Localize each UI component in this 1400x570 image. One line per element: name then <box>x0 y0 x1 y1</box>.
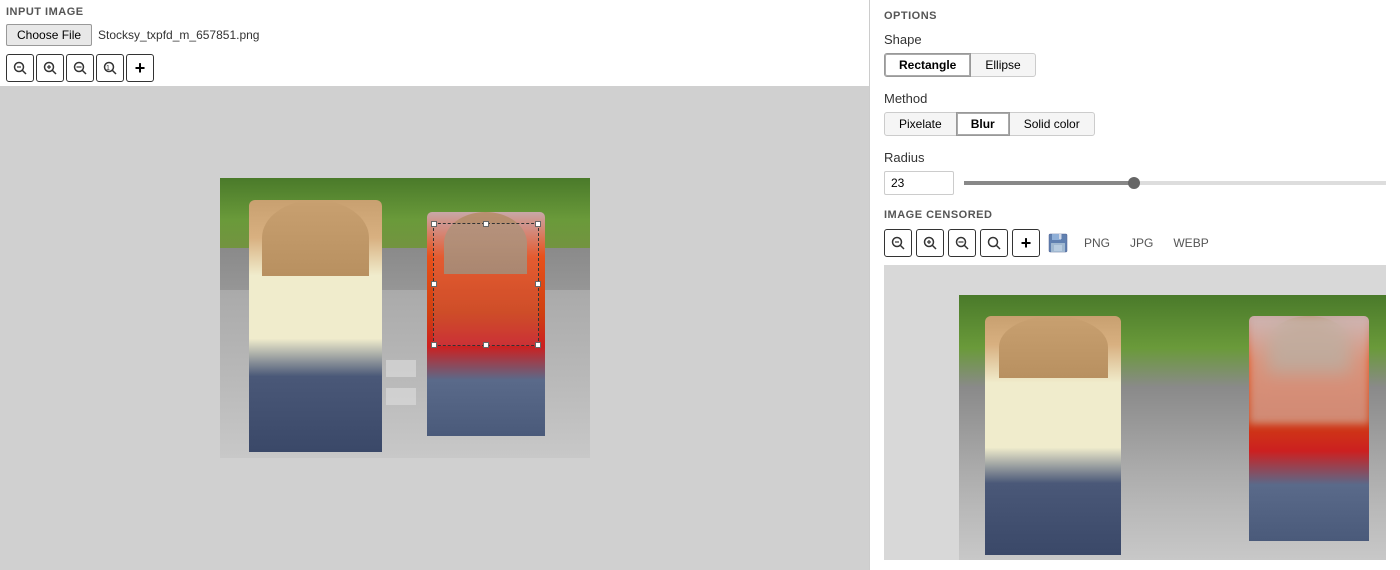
zoom-toolbar: 1 + <box>0 50 869 86</box>
censored-zoom-out-button[interactable] <box>948 229 976 257</box>
format-webp-button[interactable]: WEBP <box>1165 233 1216 253</box>
zoom-fit-icon <box>12 60 28 76</box>
radius-row <box>884 171 1386 195</box>
handle-tm[interactable] <box>483 221 489 227</box>
format-jpg-button[interactable]: JPG <box>1122 233 1161 253</box>
add-region-button[interactable]: + <box>126 54 154 82</box>
censored-zoom-in-icon <box>922 235 938 251</box>
input-canvas[interactable] <box>0 86 869 570</box>
handle-tl[interactable] <box>431 221 437 227</box>
svg-text:1: 1 <box>106 65 110 72</box>
zoom-reset-button[interactable]: 1 <box>96 54 124 82</box>
censored-image <box>959 295 1386 561</box>
input-image <box>220 178 590 458</box>
censored-zoom-reset-icon <box>986 235 1002 251</box>
girl2 <box>427 212 545 436</box>
radius-input[interactable] <box>884 171 954 195</box>
choose-file-button[interactable]: Choose File <box>6 24 92 46</box>
radius-slider[interactable] <box>964 181 1386 185</box>
censored-zoom-fit-icon <box>890 235 906 251</box>
handle-br[interactable] <box>535 342 541 348</box>
zoom-fit-button[interactable] <box>6 54 34 82</box>
radius-group: Radius <box>884 150 1386 195</box>
shape-group: Shape Rectangle Ellipse <box>884 32 1386 77</box>
handle-ml[interactable] <box>431 281 437 287</box>
censored-zoom-reset-button[interactable] <box>980 229 1008 257</box>
censored-toolbar: + PNG JPG WEBP <box>884 229 1386 257</box>
zoom-reset-icon: 1 <box>102 60 118 76</box>
shape-label: Shape <box>884 32 1386 47</box>
zoom-out-button[interactable] <box>66 54 94 82</box>
censored-canvas <box>884 265 1386 560</box>
censored-zoom-in-button[interactable] <box>916 229 944 257</box>
format-png-button[interactable]: PNG <box>1076 233 1118 253</box>
shape-btn-group: Rectangle Ellipse <box>884 53 1386 77</box>
photo-background <box>220 178 590 458</box>
input-image-label: INPUT IMAGE <box>0 0 869 20</box>
radius-label: Radius <box>884 150 1386 165</box>
method-group: Method Pixelate Blur Solid color <box>884 91 1386 136</box>
image-censored-label: IMAGE CENSORED <box>884 209 1386 221</box>
method-pixelate-button[interactable]: Pixelate <box>884 112 957 136</box>
handle-bl[interactable] <box>431 342 437 348</box>
shape-rectangle-button[interactable]: Rectangle <box>884 53 971 77</box>
options-title: OPTIONS <box>884 10 1386 22</box>
save-icon <box>1047 232 1069 254</box>
method-solidcolor-button[interactable]: Solid color <box>1009 112 1095 136</box>
censored-add-button[interactable]: + <box>1012 229 1040 257</box>
censored-zoom-out-icon <box>954 235 970 251</box>
file-row: Choose File Stocksy_txpfd_m_657851.png <box>0 20 869 50</box>
shape-ellipse-button[interactable]: Ellipse <box>970 53 1035 77</box>
method-blur-button[interactable]: Blur <box>956 112 1010 136</box>
handle-tr[interactable] <box>535 221 541 227</box>
filename-display: Stocksy_txpfd_m_657851.png <box>98 28 259 42</box>
zoom-in-button[interactable] <box>36 54 64 82</box>
left-panel: INPUT IMAGE Choose File Stocksy_txpfd_m_… <box>0 0 870 570</box>
method-label: Method <box>884 91 1386 106</box>
zoom-out-icon <box>72 60 88 76</box>
censored-zoom-fit-button[interactable] <box>884 229 912 257</box>
selection-box[interactable] <box>433 223 540 346</box>
zoom-in-icon <box>42 60 58 76</box>
handle-mr[interactable] <box>535 281 541 287</box>
handle-bm[interactable] <box>483 342 489 348</box>
method-btn-group: Pixelate Blur Solid color <box>884 112 1386 136</box>
right-panel: OPTIONS Shape Rectangle Ellipse Method P… <box>870 0 1400 570</box>
save-button[interactable] <box>1044 229 1072 257</box>
